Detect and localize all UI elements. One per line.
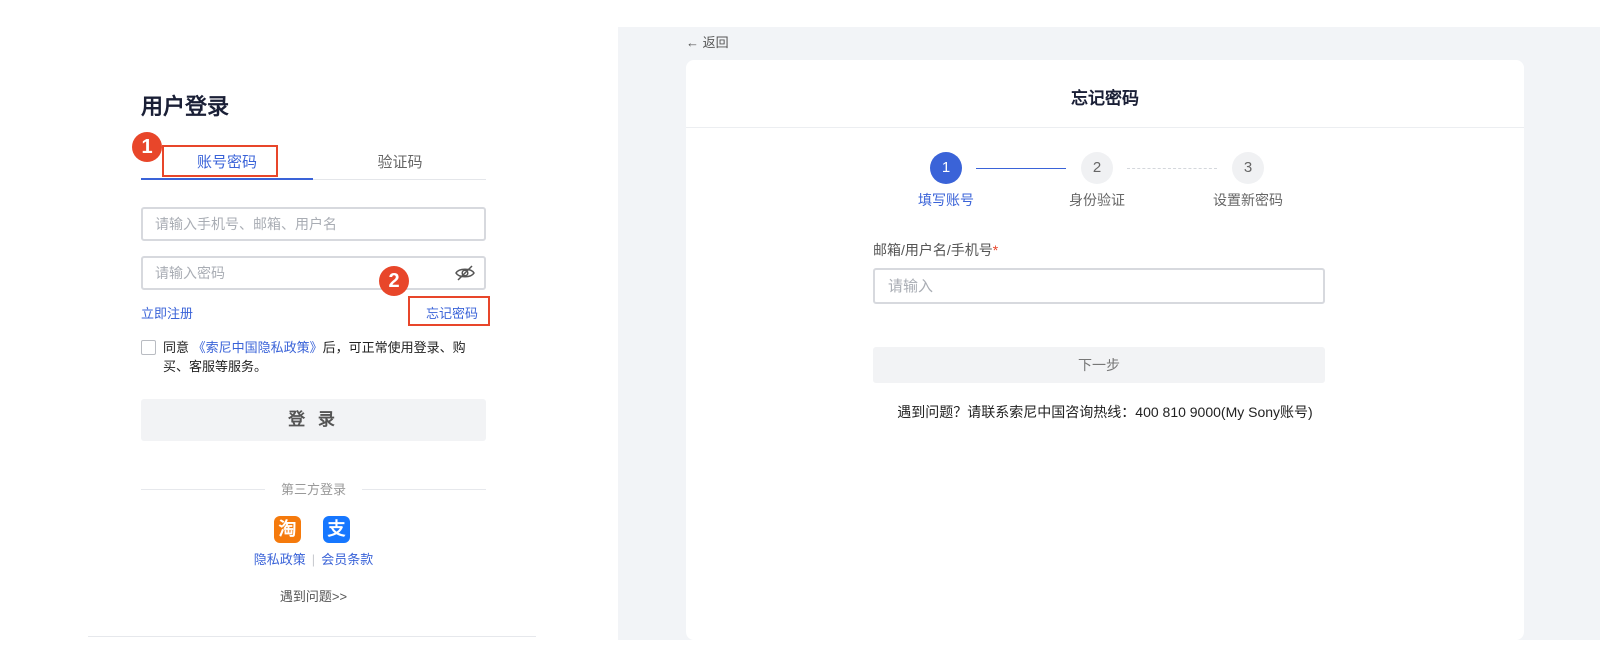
agree-prefix: 同意 [163, 340, 190, 355]
back-link[interactable]: ← 返回 [686, 32, 729, 51]
step-3-circle: 3 [1232, 152, 1264, 184]
agreement-text: 同意 《索尼中国隐私政策》后，可正常使用登录、购买、客服等服务。 [141, 338, 486, 376]
password-input[interactable] [143, 258, 484, 288]
marker-1: 1 [132, 132, 162, 162]
required-mark: * [992, 242, 999, 258]
login-panel: 用户登录 账号密码 验证码 1 立即注册 忘记密码 2 同意 《索尼中国隐私政策… [88, 0, 536, 637]
footer-links: 隐私政策 | 会员条款 [141, 549, 486, 568]
tab-verification-code[interactable]: 验证码 [314, 148, 486, 180]
step-1-circle: 1 [930, 152, 962, 184]
login-title: 用户登录 [141, 94, 230, 119]
password-field[interactable] [141, 256, 486, 290]
page-title: 忘记密码 [1071, 89, 1139, 108]
agreement: 同意 《索尼中国隐私政策》后，可正常使用登录、购买、客服等服务。 [141, 338, 486, 376]
arrow-left-icon: ← [686, 35, 699, 50]
account-field[interactable] [141, 207, 486, 241]
trouble-link[interactable]: 遇到问题>> [141, 586, 486, 605]
third-party-label: 第三方登录 [280, 482, 346, 497]
alipay-icon[interactable]: 支 [323, 516, 350, 543]
step-connector-1 [976, 168, 1066, 169]
terms-link[interactable]: 会员条款 [321, 552, 373, 567]
taobao-icon[interactable]: 淘 [274, 516, 301, 543]
next-step-button[interactable]: 下一步 [873, 347, 1325, 383]
step-3-label: 设置新密码 [1213, 192, 1283, 208]
step-connector-2 [1127, 168, 1217, 169]
marker-2: 2 [379, 266, 409, 296]
eye-off-icon[interactable] [455, 265, 475, 281]
third-party-divider: 第三方登录 [141, 479, 486, 499]
step-2-circle: 2 [1081, 152, 1113, 184]
divider-line [141, 489, 265, 490]
privacy-policy-link[interactable]: 《索尼中国隐私政策》 [193, 340, 323, 355]
account-input[interactable] [143, 209, 484, 239]
agree-checkbox[interactable] [141, 340, 156, 355]
highlight-box-account-tab [162, 145, 278, 177]
account-field-label: 邮箱/用户名/手机号* [873, 240, 998, 260]
divider [686, 127, 1524, 128]
forgot-card: 忘记密码 1 2 3 填写账号 身份验证 设置新密码 邮箱/用户名/手机号* 下… [686, 60, 1524, 640]
step-1-label: 填写账号 [918, 192, 974, 208]
forgot-password-page: ← 返回 忘记密码 1 2 3 填写账号 身份验证 设置新密码 邮箱/用户名/手… [618, 27, 1600, 640]
separator: | [311, 552, 316, 567]
login-button[interactable]: 登 录 [141, 399, 486, 441]
account-field[interactable] [873, 268, 1325, 304]
divider-line [362, 489, 486, 490]
highlight-box-forgot [408, 296, 490, 326]
account-input[interactable] [875, 270, 1323, 302]
back-label: 返回 [702, 35, 729, 50]
privacy-link[interactable]: 隐私政策 [254, 552, 306, 567]
hotline-text: 遇到问题？请联系索尼中国咨询热线：400 810 9000(My Sony账号) [897, 404, 1313, 420]
field-label-text: 邮箱/用户名/手机号 [873, 242, 993, 258]
step-2-label: 身份验证 [1069, 192, 1125, 208]
register-link[interactable]: 立即注册 [141, 303, 193, 322]
